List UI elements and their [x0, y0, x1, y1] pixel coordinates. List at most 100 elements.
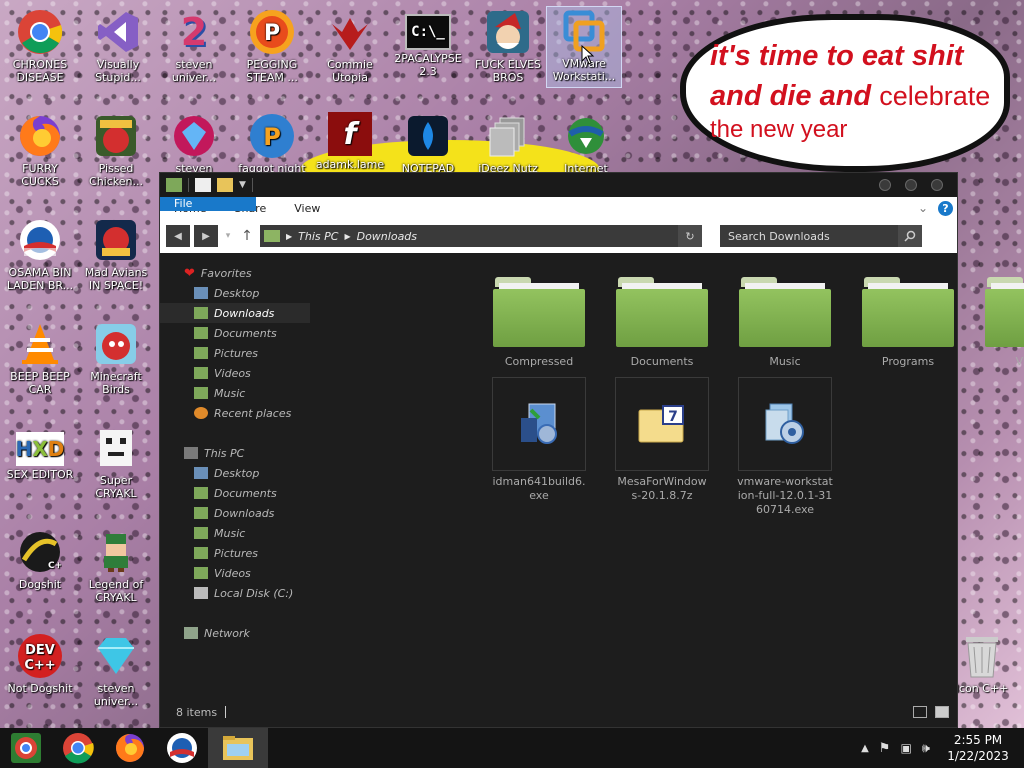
file-list[interactable]: Compressed Documents Music Programs Vide…: [310, 253, 1024, 697]
nav-item-pc-music[interactable]: Music: [160, 523, 310, 543]
details-view-button[interactable]: [913, 706, 927, 718]
desktop-icon-fuck-elves-bros[interactable]: FUCK ELVES BROS: [470, 8, 546, 84]
desktop-icon-legend-of-cryakl[interactable]: Legend of CRYAKL: [78, 528, 154, 604]
nav-item-pictures[interactable]: Pictures: [160, 343, 310, 363]
desktop-icon-notepad[interactable]: NOTEPAD: [390, 112, 466, 175]
clock-date: 1/22/2023: [947, 749, 1009, 763]
show-hidden-icons-icon[interactable]: ▲: [861, 743, 869, 754]
chrome-icon: [16, 8, 64, 56]
desktop-icon-steven-universe-2[interactable]: steven univer...: [78, 632, 154, 708]
nav-item-pc-downloads[interactable]: Downloads: [160, 503, 310, 523]
action-center-flag-icon[interactable]: ⚑: [879, 741, 891, 756]
back-button[interactable]: ◀: [166, 225, 190, 247]
maximize-button[interactable]: [905, 179, 917, 191]
nav-network[interactable]: Network: [160, 623, 310, 643]
expand-ribbon-icon[interactable]: ⌄: [918, 201, 928, 215]
taskbar-firefox[interactable]: [104, 728, 156, 768]
visual-studio-icon: [94, 8, 142, 56]
nav-item-local-disk[interactable]: Local Disk (C:): [160, 583, 310, 603]
network-tray-icon[interactable]: ▣: [900, 741, 911, 755]
desktop-icon-pegging-steam[interactable]: P PEGGING STEAM ...: [234, 8, 310, 84]
taskbar-file-explorer[interactable]: [208, 728, 268, 768]
tab-view[interactable]: View: [280, 197, 334, 219]
folder-item[interactable]: Programs: [860, 275, 956, 368]
volume-icon[interactable]: 🕪: [922, 741, 930, 756]
folder-item[interactable]: Music: [737, 275, 833, 368]
search-box[interactable]: Search Downloads: [720, 225, 922, 247]
desktop-icon-ideez-nutz[interactable]: iDeez Nutz: [470, 112, 546, 175]
nav-favorites[interactable]: ❤ Favorites: [160, 263, 310, 283]
pixel-hero-icon: [92, 528, 140, 576]
refresh-icon[interactable]: ↻: [678, 225, 702, 247]
desktop-icon-sex-editor[interactable]: HXD SEX EDITOR: [2, 424, 78, 481]
desktop-icon-steven[interactable]: steven: [156, 112, 232, 175]
heart-icon: ❤: [184, 265, 195, 281]
desktop-icon-osama-bin-laden[interactable]: OSAMA BIN LADEN BR...: [2, 216, 78, 292]
search-input[interactable]: Search Downloads: [728, 230, 830, 243]
title-bar[interactable]: ▼: [160, 173, 957, 197]
nav-item-documents[interactable]: Documents: [160, 323, 310, 343]
properties-icon[interactable]: [195, 178, 211, 192]
file-item[interactable]: idman641build6. exe: [491, 377, 587, 503]
breadcrumb-this-pc[interactable]: This PC: [298, 230, 338, 243]
recent-locations-icon[interactable]: ▾: [222, 231, 234, 241]
close-button[interactable]: [931, 179, 943, 191]
nav-this-pc[interactable]: This PC: [160, 443, 310, 463]
desktop-icon-faggot-night[interactable]: P faggot night: [234, 112, 310, 175]
nav-item-label: Downloads: [214, 306, 275, 320]
nav-item-downloads[interactable]: Downloads: [160, 303, 310, 323]
quick-access-dropdown-icon[interactable]: ▼: [239, 180, 246, 190]
desktop-icon-furry-cucks[interactable]: FURRY CUCKS: [2, 112, 78, 188]
folder-item[interactable]: Compressed: [491, 275, 587, 368]
forward-button[interactable]: ▶: [194, 225, 218, 247]
desktop-icon-commie-utopia[interactable]: Commie Utopia: [312, 8, 388, 84]
desktop-icon-2pacalypse[interactable]: C:\_ 2PACALYPSE 2.3: [390, 8, 466, 78]
desktop-icon-not-dogshit[interactable]: DEV C++ Not Dogshit: [2, 632, 78, 695]
desktop-icon-dogshit[interactable]: C++ Dogshit: [2, 528, 78, 591]
desktop-icon-super-cryakl[interactable]: Super CRYAKL: [78, 424, 154, 500]
folder-item[interactable]: Documents: [614, 275, 710, 368]
taskbar-obama[interactable]: [156, 728, 208, 768]
help-icon[interactable]: ?: [938, 200, 953, 216]
nav-item-pc-desktop[interactable]: Desktop: [160, 463, 310, 483]
desktop-icon-internet[interactable]: Internet: [548, 112, 624, 175]
tab-file[interactable]: File: [160, 197, 256, 211]
nav-item-music[interactable]: Music: [160, 383, 310, 403]
desktop-icon-vmware[interactable]: VMware Workstati...: [546, 6, 622, 88]
breadcrumb-separator-icon: ▶: [286, 231, 293, 241]
file-item[interactable]: 7 MesaForWindow s-20.1.8.7z: [614, 377, 710, 503]
nav-item-pc-documents[interactable]: Documents: [160, 483, 310, 503]
breadcrumb-downloads[interactable]: Downloads: [357, 230, 417, 243]
installer-icon: [492, 377, 586, 471]
address-bar[interactable]: ▶ This PC ▶ Downloads ↻: [260, 225, 702, 247]
nav-item-videos[interactable]: Videos: [160, 363, 310, 383]
desktop-icon-steven-universe[interactable]: 2 steven univer...: [156, 8, 232, 85]
file-name-line: idman641build6.: [492, 475, 586, 488]
nav-item-pc-pictures[interactable]: Pictures: [160, 543, 310, 563]
desktop-icon-chrones-disease[interactable]: CHRONES DISEASE: [2, 8, 78, 84]
file-item[interactable]: vmware-workstat ion-full-12.0.1-31 60714…: [737, 377, 833, 517]
taskbar-chrome[interactable]: [52, 728, 104, 768]
nav-item-recent-places[interactable]: Recent places: [160, 403, 310, 423]
nav-item-desktop[interactable]: Desktop: [160, 283, 310, 303]
up-button[interactable]: ↑: [238, 228, 256, 244]
elf-icon: [484, 8, 532, 56]
desktop-icon-mad-avians[interactable]: Mad Avians IN SPACE!: [78, 216, 154, 292]
folder-item[interactable]: Video: [983, 275, 1024, 368]
explorer-window[interactable]: ▼ File Home Share View ⌄ ? ◀ ▶ ▾ ↑ ▶ Thi…: [159, 172, 1024, 728]
large-icons-view-button[interactable]: [935, 706, 949, 718]
desktop-icon-visually-stupid[interactable]: Visually Stupid...: [80, 8, 156, 84]
desktop-icon-beep-beep-car[interactable]: BEEP BEEP CAR: [2, 320, 78, 396]
new-folder-icon[interactable]: [217, 178, 233, 192]
desktop-icon-minecraft-birds[interactable]: Minecraft Birds: [78, 320, 154, 396]
nav-item-pc-videos[interactable]: Videos: [160, 563, 310, 583]
clock[interactable]: 2:55 PM 1/22/2023: [940, 732, 1016, 764]
desktop-icon-adamk-lame[interactable]: f adamk.lame: [312, 112, 388, 171]
peggle-icon: P: [248, 8, 296, 56]
navigation-pane[interactable]: ❤ Favorites Desktop Downloads Documents P…: [160, 253, 310, 697]
minimize-button[interactable]: [879, 179, 891, 191]
desktop-icon-pissed-chicken[interactable]: Pissed Chicken...: [78, 112, 154, 188]
search-icon[interactable]: [898, 225, 922, 247]
taskbar-chrome-panel[interactable]: [0, 728, 52, 768]
desktop-icon-label: Minecraft Birds: [90, 370, 142, 396]
